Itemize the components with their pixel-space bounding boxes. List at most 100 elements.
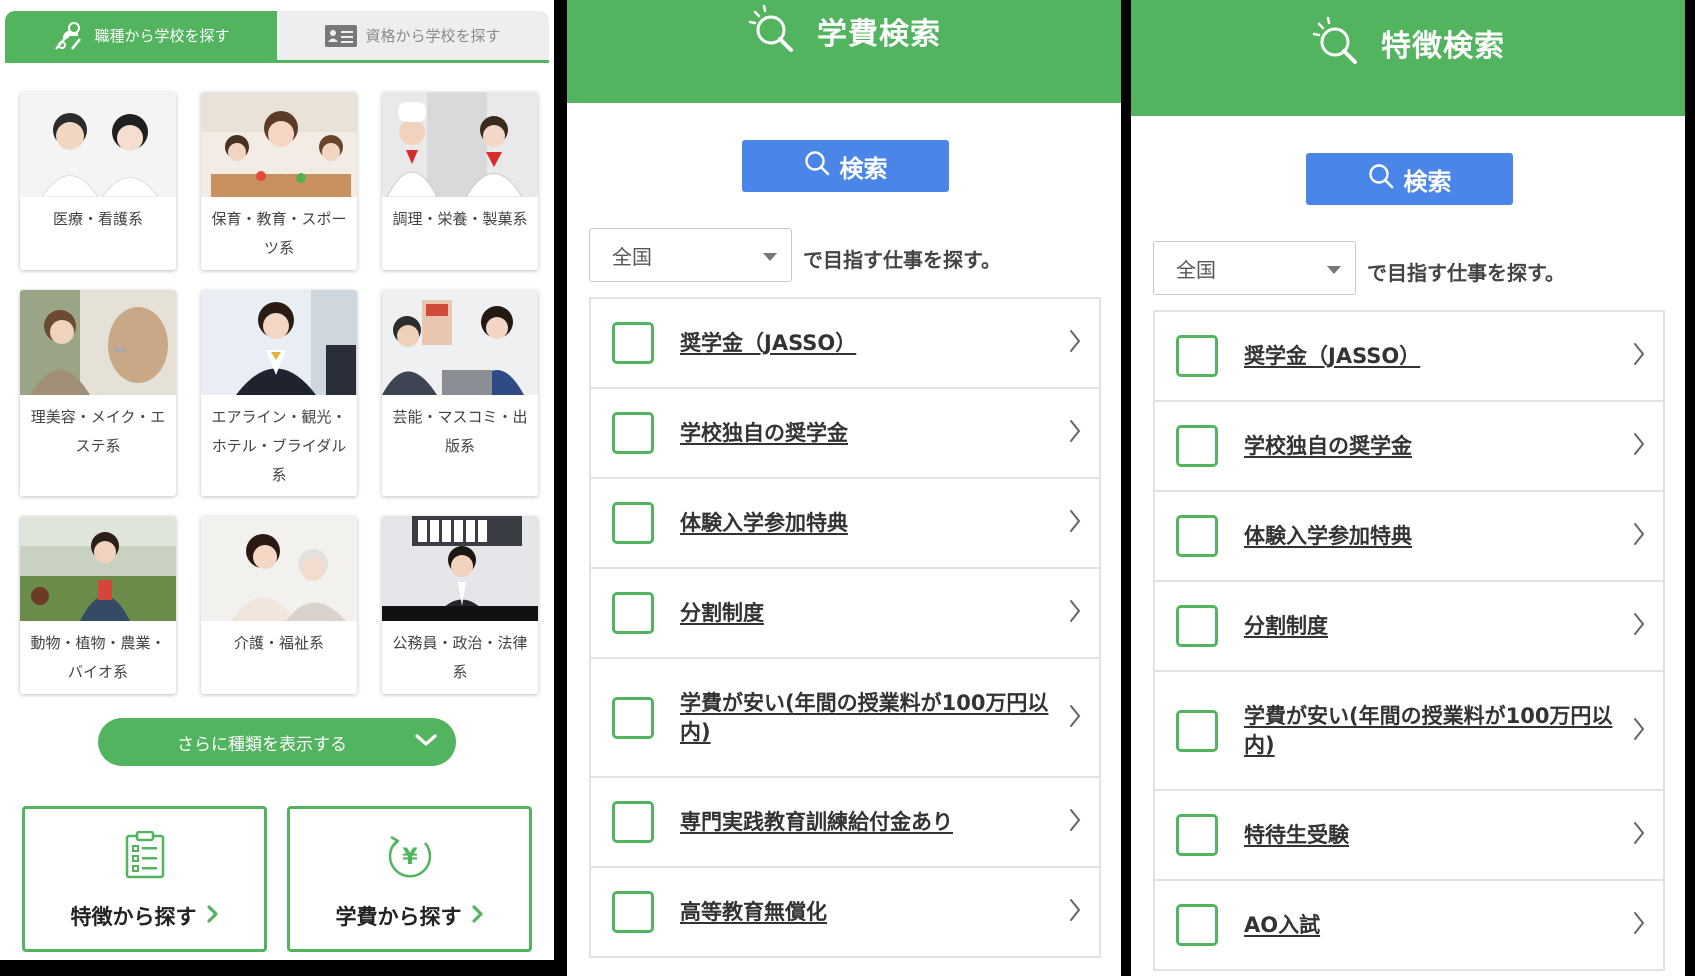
chevron-right-icon [206,904,219,928]
checkbox[interactable] [612,696,654,739]
checkbox[interactable] [1176,605,1218,647]
search-icon [1368,163,1394,195]
option-label[interactable]: 学校独自の奨学金 [1244,432,1614,461]
option-label[interactable]: 特待生受験 [1244,821,1614,850]
checkbox[interactable] [1176,904,1218,946]
search-button[interactable]: 検索 [1306,153,1513,205]
checkbox[interactable] [1176,425,1218,467]
chevron-right-icon [1069,509,1081,537]
search-mode-tabs: 職種から学校を探す 資格から学校を探す [5,11,549,63]
option-label[interactable]: 奨学金（JASSO） [1244,342,1614,371]
option-label[interactable]: 学校独自の奨学金 [680,419,1050,448]
dropdown-arrow-icon [1327,266,1341,274]
list-item[interactable]: 学費が安い(年間の授業料が100万円以内) [591,659,1099,778]
option-label[interactable]: 奨学金（JASSO） [680,329,1050,358]
checkbox[interactable] [1176,709,1218,752]
show-more-button[interactable]: さらに種類を表示する [98,718,456,766]
option-label[interactable]: 学費が安い(年間の授業料が100万円以内) [680,689,1050,747]
chevron-right-icon [1633,717,1645,745]
tab-job-type[interactable]: 職種から学校を探す [5,11,277,60]
checkbox[interactable] [612,891,654,933]
caregiver-photo [201,516,357,621]
list-item[interactable]: 体験入学参加特典 [591,479,1099,569]
yen-cycle-icon: ¥ [385,831,435,883]
category-card-childcare[interactable]: 保育・教育・スポーツ系 [201,92,357,270]
checkbox[interactable] [612,592,654,634]
checkbox[interactable] [612,502,654,544]
region-select-value: 全国 [612,244,652,269]
tuition-search-header: 学費検索 [567,0,1121,103]
list-item[interactable]: 体験入学参加特典 [1155,492,1663,582]
list-item[interactable]: AO入試 [1155,881,1663,971]
category-card-medical[interactable]: 医療・看護系 [20,92,176,270]
list-item[interactable]: 分割制度 [1155,582,1663,672]
feature-search-panel: 特徴検索 検索 全国 で目指す仕事を探す。 奨学金（JASSO） 学校独自の奨学… [1131,0,1685,976]
list-item[interactable]: 学校独自の奨学金 [1155,402,1663,492]
tuition-search-label: 学費から探す [335,905,462,929]
show-more-label: さらに種類を表示する [177,734,347,755]
feature-search-box[interactable]: 特徴から探す [22,806,267,952]
category-card-welfare[interactable]: 介護・福祉系 [201,516,357,694]
category-label: 公務員・政治・法律系 [392,634,528,681]
media-office-photo [382,290,538,395]
option-label[interactable]: 専門実践教育訓練給付金あり [680,808,1050,837]
chevron-down-icon [414,732,438,753]
select-suffix-text: で目指す仕事を探す。 [803,248,1001,272]
tab-qualification[interactable]: 資格から学校を探す [277,11,549,60]
option-label[interactable]: 分割制度 [680,599,1050,628]
list-item[interactable]: 専門実践教育訓練給付金あり [591,778,1099,868]
category-card-media[interactable]: 芸能・マスコミ・出版系 [382,290,538,496]
category-label: 介護・福祉系 [233,634,324,652]
chevron-right-icon [1069,599,1081,627]
category-label: 理美容・メイク・エステ系 [30,408,166,455]
option-label[interactable]: 分割制度 [1244,612,1614,641]
chevron-right-icon [1069,704,1081,732]
list-item[interactable]: 高等教育無償化 [591,868,1099,958]
option-label[interactable]: 体験入学参加特典 [680,509,1050,538]
option-label[interactable]: AO入試 [1244,911,1614,940]
category-card-cooking[interactable]: 調理・栄養・製菓系 [382,92,538,270]
career-search-panel: 職種から学校を探す 資格から学校を探す 医療・看護系 保育・教育・スポーツ系 調… [0,0,554,960]
category-label: エアライン・観光・ホテル・ブライダル系 [211,408,347,484]
category-card-beauty[interactable]: 理美容・メイク・エステ系 [20,290,176,496]
feature-search-header: 特徴検索 [1131,0,1685,116]
region-select[interactable]: 全国 [589,228,792,282]
list-item[interactable]: 学費が安い(年間の授業料が100万円以内) [1155,672,1663,791]
option-label[interactable]: 高等教育無償化 [680,898,1050,927]
category-card-agriculture[interactable]: 動物・植物・農業・バイオ系 [20,516,176,694]
category-card-airline[interactable]: エアライン・観光・ホテル・ブライダル系 [201,290,357,496]
option-label[interactable]: 体験入学参加特典 [1244,522,1614,551]
tuition-search-box[interactable]: ¥ 学費から探す [287,806,532,952]
checkbox[interactable] [612,412,654,454]
checkbox[interactable] [1176,814,1218,856]
search-button[interactable]: 検索 [742,140,949,192]
chevron-right-icon [1633,432,1645,460]
region-select-value: 全国 [1176,257,1216,282]
page-title: 学費検索 [817,16,941,52]
chevron-right-icon [1633,612,1645,640]
checkbox[interactable] [1176,515,1218,557]
region-select[interactable]: 全国 [1153,241,1356,295]
chevron-right-icon [1633,911,1645,939]
list-item[interactable]: 分割制度 [591,569,1099,659]
hairdresser-photo [20,290,176,395]
list-item[interactable]: 奨学金（JASSO） [591,299,1099,389]
chefs-photo [382,92,538,197]
category-label: 芸能・マスコミ・出版系 [392,408,528,455]
clipboard-list-icon [125,830,165,883]
checkbox[interactable] [1176,335,1218,377]
magnifier-sparkle-icon [747,2,799,60]
chevron-right-icon [1069,329,1081,357]
category-label: 調理・栄養・製菓系 [392,210,528,228]
page-title: 特徴検索 [1381,29,1505,64]
option-label[interactable]: 学費が安い(年間の授業料が100万円以内) [1244,702,1614,760]
greenhouse-photo [20,516,176,621]
category-card-public[interactable]: 公務員・政治・法律系 [382,516,538,694]
category-label: 動物・植物・農業・バイオ系 [30,634,166,681]
checkbox[interactable] [612,322,654,364]
list-item[interactable]: 奨学金（JASSO） [1155,312,1663,402]
checkbox[interactable] [612,801,654,843]
list-item[interactable]: 特待生受験 [1155,791,1663,881]
feature-search-label: 特徴から探す [70,905,197,929]
list-item[interactable]: 学校独自の奨学金 [591,389,1099,479]
